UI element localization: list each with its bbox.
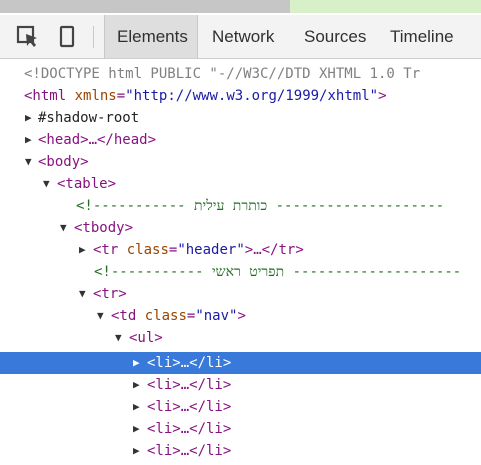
tree-row-html[interactable]: <html xmlns="http://www.w3.org/1999/xhtm…: [0, 85, 481, 107]
tree-row-li[interactable]: ▶ <li>…</li>: [0, 396, 481, 418]
td-attr-name: class: [144, 308, 187, 324]
li-node: <li>…</li>: [147, 377, 232, 393]
tree-row-comment[interactable]: <!----------- כותרת עילית --------------…: [0, 195, 481, 217]
tree-row-li-selected[interactable]: ▶ <li>…</li>: [0, 352, 481, 374]
html-attr-name: xmlns: [74, 88, 117, 104]
tree-row-td-nav[interactable]: ▼ <td class="nav">: [0, 305, 481, 327]
tree-row-tbody[interactable]: ▼ <tbody>: [0, 217, 481, 239]
tree-row-li[interactable]: ▶ <li>…</li>: [0, 418, 481, 440]
tree-row-shadow-root[interactable]: ▶ #shadow-root: [0, 107, 481, 129]
tree-row-head[interactable]: ▶ <head>…</head>: [0, 129, 481, 151]
tree-row-li[interactable]: ▶ <li>…</li>: [0, 440, 481, 462]
toolbar-separator: [93, 26, 94, 48]
collapse-triangle-icon[interactable]: ▼: [60, 217, 67, 239]
tr-attr-name: class: [126, 242, 169, 258]
expand-triangle-icon[interactable]: ▶: [25, 107, 32, 129]
device-mode-icon[interactable]: [56, 25, 80, 49]
tab-sources[interactable]: Sources: [304, 15, 366, 58]
li-node: <li>…</li>: [147, 355, 232, 371]
html-node: <html xmlns="http://www.w3.org/1999/xhtm…: [24, 88, 387, 104]
tr-node: <tr>: [93, 286, 127, 302]
ul-node: <ul>: [129, 330, 163, 346]
tr-header-node: <tr class="header">…</tr>: [93, 242, 304, 258]
collapse-triangle-icon[interactable]: ▼: [97, 305, 104, 327]
collapse-triangle-icon[interactable]: ▼: [79, 283, 86, 305]
td-tag-close: >: [237, 308, 246, 324]
tree-row-comment[interactable]: <!----------- תפריט ראשי ---------------…: [0, 261, 481, 283]
body-node: <body>: [38, 154, 89, 170]
li-node: <li>…</li>: [147, 443, 232, 459]
strip-segment-green: [290, 0, 481, 13]
expand-triangle-icon[interactable]: ▶: [25, 129, 32, 151]
tr-tag-close: >…</tr>: [244, 242, 304, 258]
top-progress-strip: [0, 0, 481, 15]
expand-triangle-icon[interactable]: ▶: [133, 440, 140, 462]
inspect-element-icon[interactable]: [16, 25, 40, 49]
doctype-text: <!DOCTYPE html PUBLIC "-//W3C//DTD XHTML…: [24, 66, 421, 82]
html-tag-open: <html: [24, 88, 67, 104]
tree-row-li[interactable]: ▶ <li>…</li>: [0, 374, 481, 396]
expand-triangle-icon[interactable]: ▶: [133, 418, 140, 440]
td-tag-open: <td: [111, 308, 137, 324]
devtools-toolbar: Elements Network Sources Timeline: [0, 15, 481, 59]
td-nav-node: <td class="nav">: [111, 308, 246, 324]
html-tag-close: >: [378, 88, 387, 104]
tree-row-body[interactable]: ▼ <body>: [0, 151, 481, 173]
tab-elements[interactable]: Elements: [104, 15, 198, 58]
tree-row-table[interactable]: ▼ <table>: [0, 173, 481, 195]
tr-tag-open: <tr: [93, 242, 119, 258]
expand-triangle-icon[interactable]: ▶: [133, 396, 140, 418]
tr-attr-value: "header": [177, 242, 245, 258]
tree-row-doctype[interactable]: <!DOCTYPE html PUBLIC "-//W3C//DTD XHTML…: [0, 63, 481, 85]
collapse-triangle-icon[interactable]: ▼: [115, 327, 122, 349]
tree-row-ul[interactable]: ▼ <ul>: [0, 327, 481, 349]
li-node: <li>…</li>: [147, 421, 232, 437]
comment-text: <!----------- תפריט ראשי ---------------…: [94, 264, 462, 280]
tree-row-tr[interactable]: ▼ <tr>: [0, 283, 481, 305]
html-attr-value: "http://www.w3.org/1999/xhtml": [125, 88, 379, 104]
expand-triangle-icon[interactable]: ▶: [133, 352, 140, 374]
expand-triangle-icon[interactable]: ▶: [133, 374, 140, 396]
tbody-node: <tbody>: [74, 220, 134, 236]
head-node: <head>…</head>: [38, 132, 157, 148]
table-node: <table>: [57, 176, 117, 192]
shadow-root-text: #shadow-root: [38, 110, 140, 126]
tab-network[interactable]: Network: [212, 15, 274, 58]
collapse-triangle-icon[interactable]: ▼: [43, 173, 50, 195]
td-attr-value: "nav": [195, 308, 238, 324]
comment-text: <!----------- כותרת עילית --------------…: [76, 198, 445, 214]
strip-segment-gray: [0, 0, 290, 13]
li-node: <li>…</li>: [147, 399, 232, 415]
collapse-triangle-icon[interactable]: ▼: [25, 151, 32, 173]
tab-timeline[interactable]: Timeline: [390, 15, 454, 58]
tree-row-tr-header[interactable]: ▶ <tr class="header">…</tr>: [0, 239, 481, 261]
expand-triangle-icon[interactable]: ▶: [79, 239, 86, 261]
